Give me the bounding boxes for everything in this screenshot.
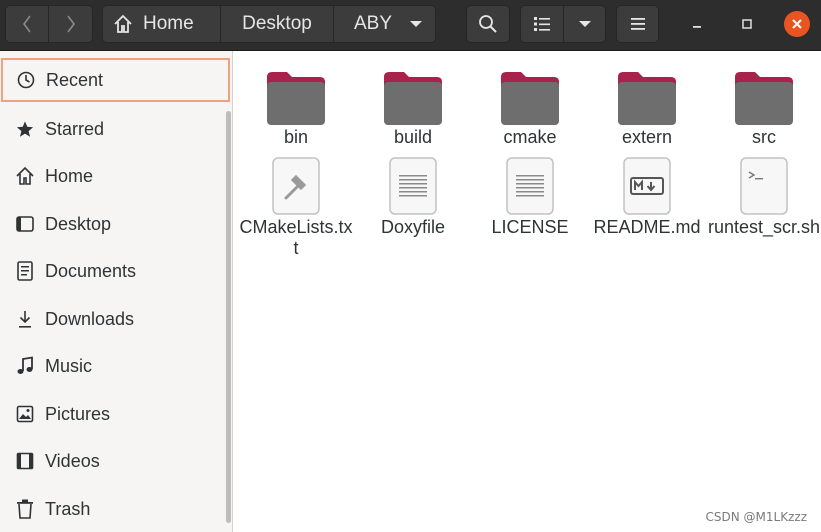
text-file-icon — [382, 153, 444, 215]
clock-icon — [15, 69, 37, 91]
minimize-icon — [693, 26, 701, 28]
file-name: src — [752, 127, 776, 147]
file-item[interactable]: README.md — [588, 153, 706, 238]
file-name: README.md — [593, 217, 701, 237]
sidebar-item-label: Desktop — [45, 213, 112, 234]
sidebar-item-desktop[interactable]: Desktop — [0, 202, 230, 246]
sidebar: Recent Starred Home Desktop Documents Do… — [0, 51, 233, 532]
search-button[interactable] — [466, 5, 510, 43]
sidebar-item-label: Recent — [46, 69, 104, 90]
file-name: extern — [621, 127, 673, 147]
sidebar-item-label: Music — [45, 355, 93, 376]
folder-item[interactable]: cmake — [471, 63, 589, 148]
header-bar: Home Desktop ABY — [0, 0, 821, 51]
breadcrumb-label: Home — [143, 13, 194, 34]
breadcrumb-label: ABY — [354, 13, 393, 34]
file-item[interactable]: CMakeLists.txt — [237, 153, 355, 259]
download-icon — [14, 308, 36, 330]
folder-item[interactable]: src — [705, 63, 821, 148]
search-icon — [479, 15, 497, 33]
sidebar-item-label: Downloads — [45, 308, 135, 329]
file-name: cmake — [503, 127, 557, 147]
sidebar-item-pictures[interactable]: Pictures — [0, 392, 230, 436]
file-name: bin — [283, 127, 309, 147]
film-icon — [14, 450, 36, 472]
home-icon — [114, 14, 132, 33]
breadcrumb-current[interactable]: ABY — [333, 5, 436, 43]
close-icon — [792, 19, 802, 29]
sidebar-item-label: Videos — [45, 450, 100, 471]
sidebar-item-label: Documents — [45, 260, 137, 281]
music-note-icon — [14, 355, 36, 377]
file-name: runtest_scr.sh — [707, 217, 821, 237]
sidebar-item-label: Home — [45, 165, 94, 186]
folder-icon — [499, 63, 561, 125]
trash-icon — [14, 498, 36, 520]
sidebar-item-downloads[interactable]: Downloads — [0, 297, 230, 341]
breadcrumb-home[interactable]: Home — [102, 5, 221, 43]
breadcrumb-label: Desktop — [242, 13, 312, 34]
sidebar-scrollbar[interactable] — [226, 111, 231, 523]
chevron-down-icon — [578, 21, 591, 27]
forward-button[interactable] — [48, 5, 93, 43]
sidebar-item-recent[interactable]: Recent — [1, 58, 230, 102]
view-mode-button[interactable] — [520, 5, 564, 43]
file-item[interactable]: Doxyfile — [354, 153, 472, 238]
star-icon — [14, 118, 36, 140]
cmake-file-icon — [265, 153, 327, 215]
close-button[interactable] — [784, 11, 810, 37]
view-options-button[interactable] — [563, 5, 606, 43]
chevron-right-icon — [66, 15, 75, 33]
main-menu-button[interactable] — [616, 5, 659, 43]
terminal-script-icon — [733, 153, 795, 215]
maximize-icon — [742, 19, 752, 29]
maximize-button[interactable] — [734, 11, 760, 37]
file-grid: bin build cmake extern src CMakeLists.tx… — [234, 51, 821, 532]
picture-icon — [14, 403, 36, 425]
chevron-down-icon — [410, 21, 422, 27]
folder-icon — [382, 63, 444, 125]
desktop-icon — [14, 213, 36, 235]
folder-icon — [616, 63, 678, 125]
markdown-file-icon — [616, 153, 678, 215]
sidebar-item-label: Trash — [45, 498, 91, 519]
back-button[interactable] — [5, 5, 49, 43]
watermark: CSDN @M1LKzzz — [705, 510, 807, 524]
file-item[interactable]: LICENSE — [471, 153, 589, 238]
sidebar-item-videos[interactable]: Videos — [0, 439, 230, 483]
sidebar-item-trash[interactable]: Trash — [0, 487, 230, 531]
sidebar-item-music[interactable]: Music — [0, 344, 230, 388]
minimize-button[interactable] — [684, 11, 710, 37]
home-icon — [14, 165, 36, 187]
sidebar-item-label: Pictures — [45, 403, 111, 424]
sidebar-item-label: Starred — [45, 118, 105, 139]
folder-icon — [265, 63, 327, 125]
document-icon — [14, 260, 36, 282]
sidebar-item-documents[interactable]: Documents — [0, 249, 230, 293]
folder-icon — [733, 63, 795, 125]
list-view-icon — [534, 17, 550, 31]
file-item[interactable]: runtest_scr.sh — [705, 153, 821, 238]
breadcrumb-desktop[interactable]: Desktop — [220, 5, 334, 43]
folder-item[interactable]: extern — [588, 63, 706, 148]
chevron-left-icon — [23, 15, 31, 33]
file-name: Doxyfile — [380, 217, 446, 237]
folder-item[interactable]: build — [354, 63, 472, 148]
text-file-icon — [499, 153, 561, 215]
file-name: build — [393, 127, 433, 147]
file-name: CMakeLists.txt — [239, 217, 353, 258]
hamburger-menu-icon — [630, 18, 645, 30]
sidebar-item-starred[interactable]: Starred — [0, 107, 230, 151]
file-name: LICENSE — [491, 217, 569, 237]
folder-item[interactable]: bin — [237, 63, 355, 148]
sidebar-item-home[interactable]: Home — [0, 154, 230, 198]
